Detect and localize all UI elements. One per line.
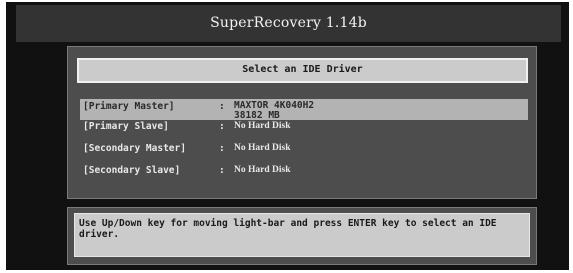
dialog-header-text: Select an IDE Driver (242, 64, 363, 75)
drive-separator: : (219, 143, 225, 154)
drive-name: [Primary Slave] (83, 121, 169, 132)
drive-option-secondary-master[interactable]: [Secondary Master] : No Hard Disk (80, 141, 528, 162)
drive-status: No Hard Disk (234, 165, 291, 175)
drive-option-secondary-slave[interactable]: [Secondary Slave] : No Hard Disk (80, 163, 528, 184)
app-title: SuperRecovery 1.14b (210, 15, 367, 31)
drive-name: [Primary Master] (83, 101, 175, 112)
dialog-header: Select an IDE Driver (77, 58, 528, 83)
title-bar: SuperRecovery 1.14b (16, 5, 561, 42)
ide-driver-dialog: Select an IDE Driver [Primary Master] : … (67, 46, 537, 199)
help-text: Use Up/Down key for moving light-bar and… (79, 218, 497, 240)
help-panel: Use Up/Down key for moving light-bar and… (67, 207, 537, 265)
drive-separator: : (219, 121, 225, 132)
drive-status: No Hard Disk (234, 121, 291, 131)
drive-option-primary-master[interactable]: [Primary Master] : MAXTOR 4K040H2 38182 M… (80, 99, 528, 121)
drive-separator: : (219, 101, 225, 112)
drive-separator: : (219, 165, 225, 176)
drive-status: No Hard Disk (234, 143, 291, 153)
help-box: Use Up/Down key for moving light-bar and… (74, 213, 530, 257)
drive-option-primary-slave[interactable]: [Primary Slave] : No Hard Disk (80, 119, 528, 140)
bios-screen: SuperRecovery 1.14b Select an IDE Driver… (6, 2, 569, 270)
drive-name: [Secondary Slave] (83, 165, 181, 176)
drive-status: MAXTOR 4K040H2 38182 MB (234, 101, 314, 121)
drive-name: [Secondary Master] (83, 143, 186, 154)
